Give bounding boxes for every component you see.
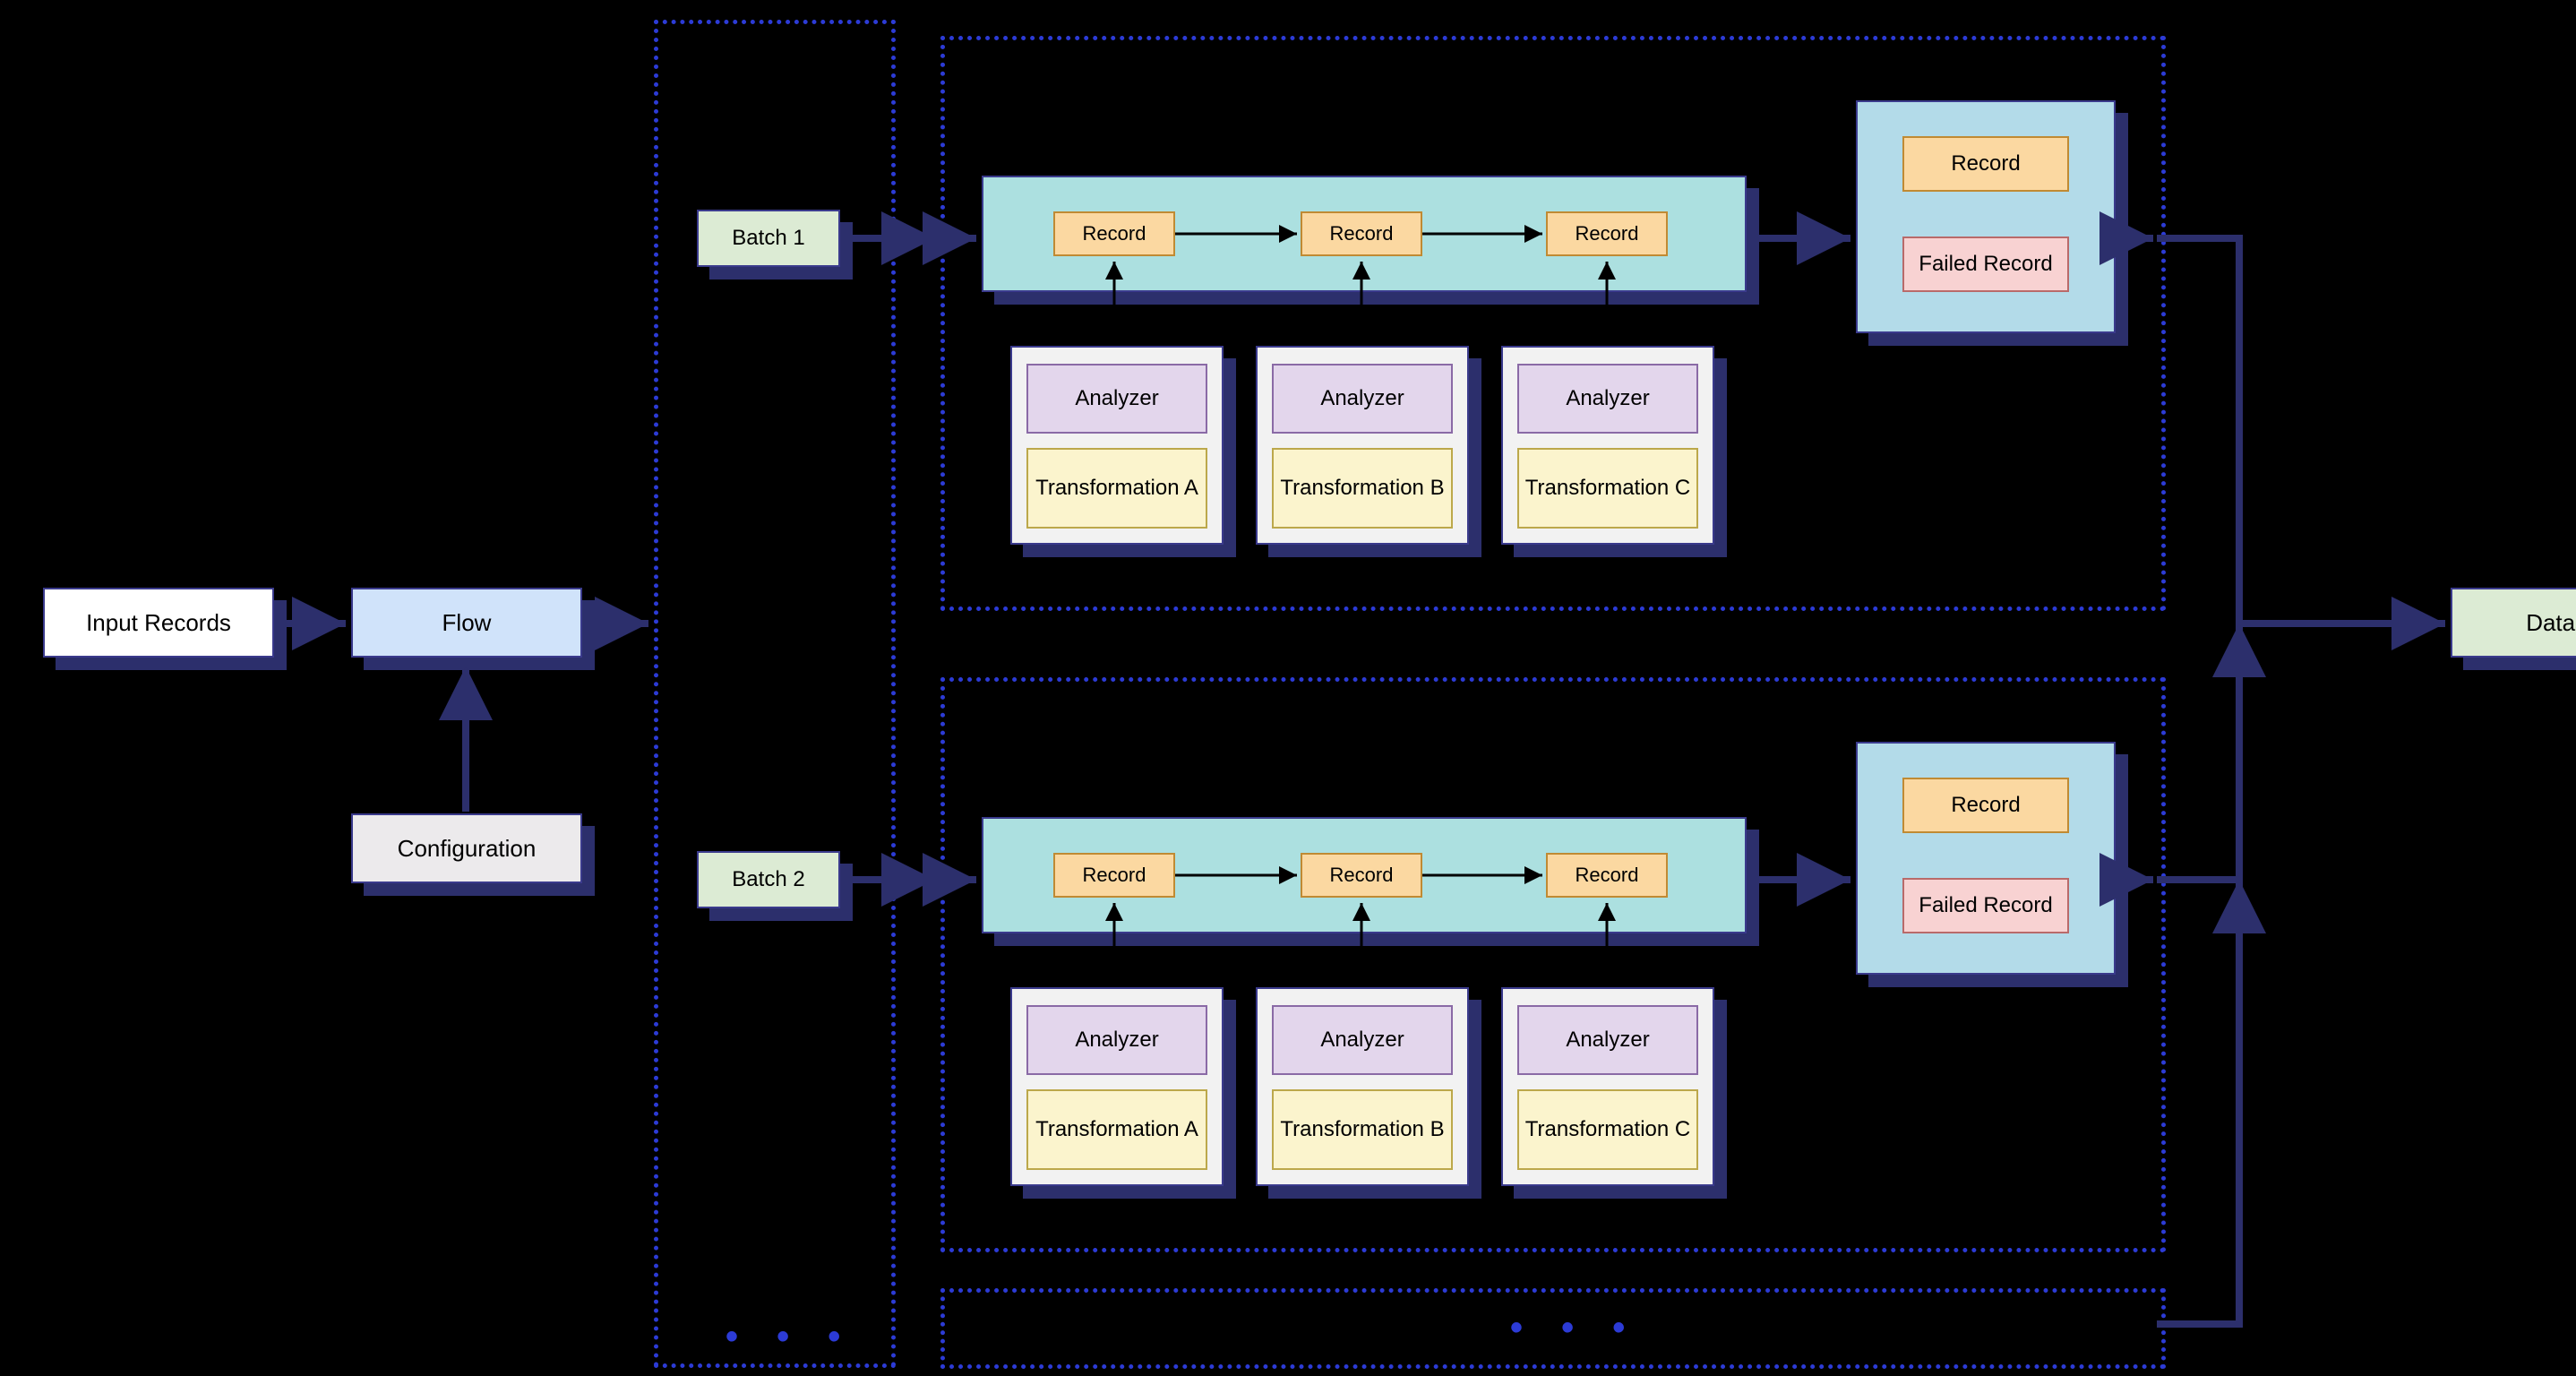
p1-step-3-analyzer: Analyzer xyxy=(1517,364,1698,434)
process-ellipsis: • • • xyxy=(1510,1308,1639,1348)
batch2-box: Batch 2 xyxy=(697,851,840,908)
p1-step-1: Analyzer Transformation A xyxy=(1010,346,1224,545)
p1-record-3: Record xyxy=(1546,211,1668,256)
process1-label: Process 1 xyxy=(962,48,1058,73)
p2-record-3: Record xyxy=(1546,853,1668,898)
p2-step-1-analyzer: Analyzer xyxy=(1026,1005,1207,1075)
p2-record-1: Record xyxy=(1053,853,1175,898)
batch1-box: Batch 1 xyxy=(697,210,840,267)
result2-record: Record xyxy=(1902,778,2069,833)
pipeline2-label: Flow Pipeline xyxy=(982,792,1110,817)
p2-step-3: Analyzer Transformation C xyxy=(1501,987,1714,1186)
result2-label: Flow Pipeline Result xyxy=(1859,717,2054,742)
configuration-box: Configuration xyxy=(351,813,582,883)
p2-step-3-analyzer: Analyzer xyxy=(1517,1005,1698,1075)
result2-box xyxy=(1856,742,2116,975)
p1-step-2-transform: Transformation B xyxy=(1272,448,1453,529)
p1-step-1-analyzer: Analyzer xyxy=(1026,364,1207,434)
batch-ellipsis: • • • xyxy=(726,1317,854,1357)
result1-record: Record xyxy=(1902,136,2069,192)
p1-step-2: Analyzer Transformation B xyxy=(1256,346,1469,545)
p2-step-1-transform: Transformation A xyxy=(1026,1089,1207,1170)
result1-failed: Failed Record xyxy=(1902,236,2069,292)
p2-record-2: Record xyxy=(1301,853,1422,898)
p2-step-2-analyzer: Analyzer xyxy=(1272,1005,1453,1075)
p2-step-3-transform: Transformation C xyxy=(1517,1089,1698,1170)
input-records-box: Input Records xyxy=(43,588,274,658)
p1-step-1-transform: Transformation A xyxy=(1026,448,1207,529)
p1-record-2: Record xyxy=(1301,211,1422,256)
pipeline1-label: Flow Pipeline xyxy=(982,150,1110,176)
result1-box xyxy=(1856,100,2116,333)
p2-step-2: Analyzer Transformation B xyxy=(1256,987,1469,1186)
result1-label: Flow Pipeline Result xyxy=(1859,75,2054,100)
p1-record-1: Record xyxy=(1053,211,1175,256)
p2-step-2-transform: Transformation B xyxy=(1272,1089,1453,1170)
p1-step-3-transform: Transformation C xyxy=(1517,448,1698,529)
process2-label: Process 2 xyxy=(962,690,1058,715)
dataset-box: Dataset xyxy=(2451,588,2576,658)
p1-step-2-analyzer: Analyzer xyxy=(1272,364,1453,434)
flow-box: Flow xyxy=(351,588,582,658)
p1-step-3: Analyzer Transformation C xyxy=(1501,346,1714,545)
result2-failed: Failed Record xyxy=(1902,878,2069,933)
p2-step-1: Analyzer Transformation A xyxy=(1010,987,1224,1186)
